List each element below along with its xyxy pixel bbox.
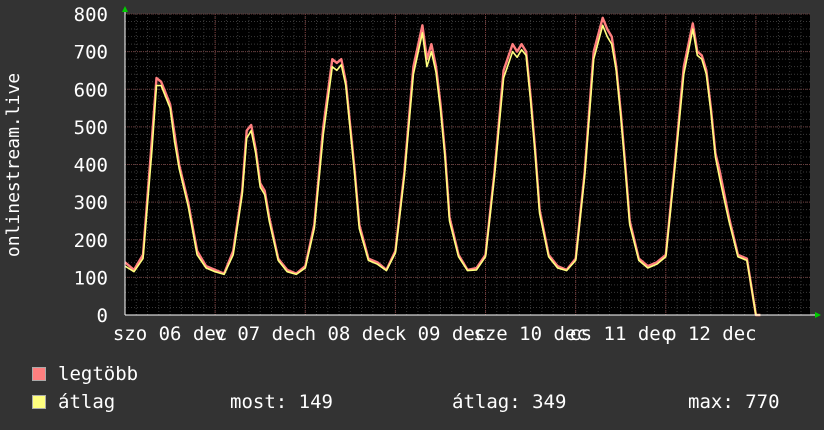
x-tick-label: h 08 dec	[305, 323, 397, 345]
x-tick-label: szo 06 dec	[113, 323, 227, 345]
legend-swatch-avg	[32, 395, 46, 409]
legend-item-max: legtöbb	[32, 363, 138, 385]
y-axis-arrow	[122, 6, 128, 12]
legend-label-max: legtöbb	[58, 363, 139, 385]
legend-label-avg: átlag	[58, 391, 116, 413]
y-axis-label: onlinestream.live	[3, 73, 24, 257]
y-tick-label: 100	[74, 267, 108, 289]
x-tick-label: p 12 dec	[665, 323, 757, 345]
y-tick-label: 200	[74, 230, 108, 252]
x-axis-arrow	[815, 312, 821, 318]
y-tick-label: 600	[74, 79, 108, 101]
y-tick-label: 300	[74, 192, 108, 214]
legend-item-avg: átlag	[32, 391, 115, 413]
y-tick-label: 800	[74, 4, 108, 26]
x-tick-label: v 07 dec	[214, 323, 306, 345]
x-tick-label: cs 11 dec	[569, 323, 672, 345]
stat-max: max: 770	[688, 391, 780, 413]
y-tick-label: 400	[74, 155, 108, 177]
y-tick-label: 500	[74, 117, 108, 139]
legend-swatch-max	[32, 367, 46, 381]
stat-average: átlag: 349	[452, 391, 567, 413]
y-tick-label: 700	[74, 42, 108, 64]
stat-current: most: 149	[230, 391, 333, 413]
y-tick-label: 0	[97, 305, 108, 327]
